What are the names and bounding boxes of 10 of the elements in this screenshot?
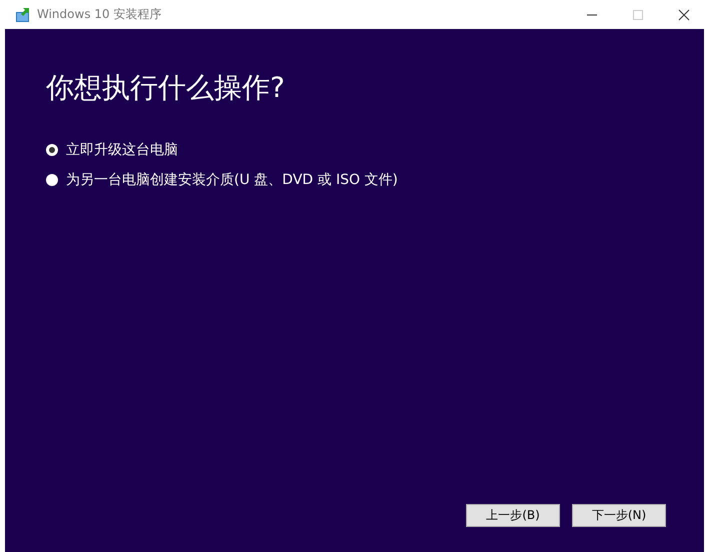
radio-icon[interactable] [46,144,58,156]
nav-button[interactable]: 下一步(N) [572,504,666,527]
radio-option[interactable]: 立即升级这台电脑 [46,141,178,159]
window-title: Windows 10 安装程序 [37,6,162,23]
radio-icon[interactable] [46,174,58,186]
installer-icon [15,6,31,22]
radio-option[interactable]: 为另一台电脑创建安装介质(U 盘、DVD 或 ISO 文件) [46,171,398,189]
nav-button[interactable]: 上一步(B) [466,504,560,527]
close-icon[interactable] [678,8,690,20]
page-heading: 你想执行什么操作? [46,70,286,106]
